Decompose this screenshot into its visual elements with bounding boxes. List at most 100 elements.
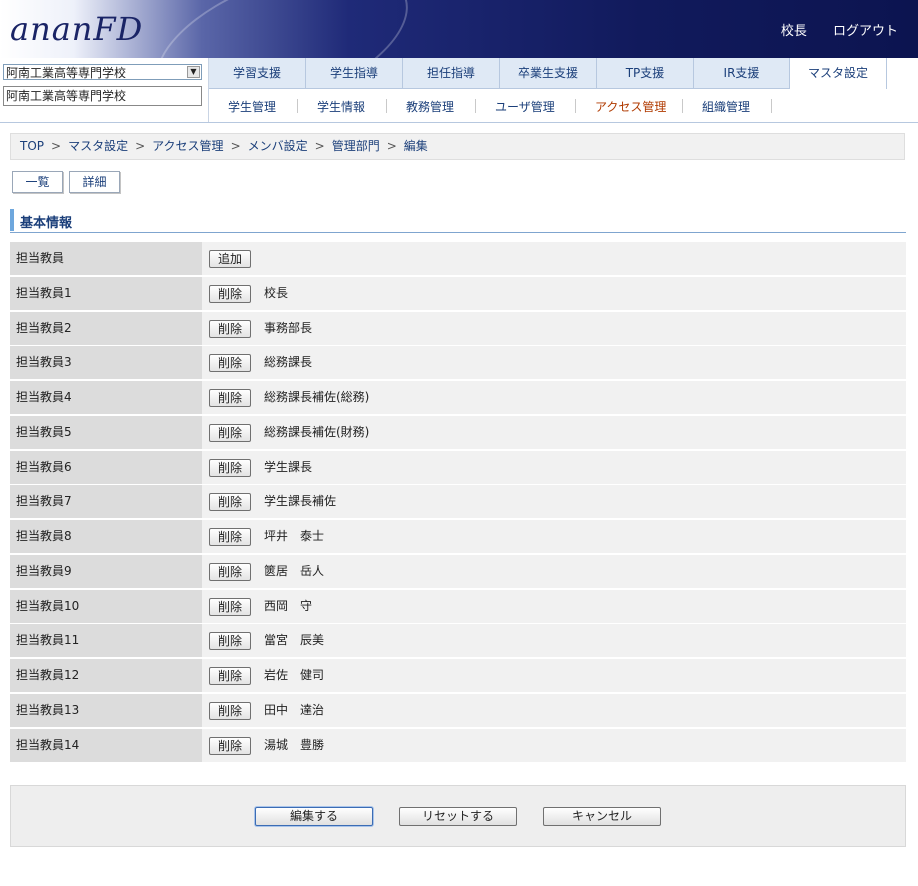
tab-ir-support[interactable]: IR支援 (694, 58, 790, 89)
school-panel: 阿南工業高等専門学校 ▼ 阿南工業高等専門学校 (0, 58, 209, 122)
row-label: 担当教員2 (10, 311, 202, 345)
member-name: 篋居 岳人 (264, 563, 325, 578)
subnav-student-info[interactable]: 学生情報 (317, 98, 365, 115)
row-label: 担当教員9 (10, 554, 202, 588)
edit-submit-button[interactable]: 編集する (255, 807, 373, 826)
subnav-separator (575, 99, 576, 113)
breadcrumb-admin-department[interactable]: 管理部門 (332, 139, 380, 153)
delete-button[interactable]: 削除 (209, 562, 252, 581)
row-label: 担当教員8 (10, 520, 202, 554)
delete-button[interactable]: 削除 (209, 284, 252, 303)
app-header: ananFD 校長 ログアウト (0, 0, 918, 58)
section-heading-text: 基本情報 (20, 216, 73, 231)
list-view-button[interactable]: 一覧 (12, 171, 63, 193)
row-label: 担当教員3 (10, 346, 202, 380)
table-row: 担当教員9 削除 篋居 岳人 (10, 554, 906, 588)
row-label: 担当教員12 (10, 659, 202, 693)
member-name: 岩佐 健司 (264, 668, 325, 683)
row-label: 担当教員 (10, 242, 202, 275)
row-label: 担当教員5 (10, 415, 202, 449)
table-row: 担当教員4 削除 総務課長補佐(総務) (10, 381, 906, 415)
delete-button[interactable]: 削除 (209, 319, 252, 338)
subnav-student-management[interactable]: 学生管理 (228, 98, 276, 115)
header-divider (0, 122, 918, 123)
subnav-access-management[interactable]: アクセス管理 (595, 98, 666, 115)
delete-button[interactable]: 削除 (209, 667, 252, 686)
member-name: 當宮 辰美 (264, 633, 325, 648)
cancel-button[interactable]: キャンセル (543, 807, 661, 826)
subnav-academic-management[interactable]: 教務管理 (406, 98, 454, 115)
table-row: 担当教員2 削除 事務部長 (10, 311, 906, 345)
delete-button[interactable]: 削除 (209, 597, 252, 616)
row-label: 担当教員7 (10, 485, 202, 519)
member-name: 事務部長 (264, 320, 313, 335)
subnav-user-management[interactable]: ユーザ管理 (495, 98, 555, 115)
tab-graduate-support[interactable]: 卒業生支援 (500, 58, 597, 89)
row-label: 担当教員6 (10, 450, 202, 484)
row-label: 担当教員13 (10, 693, 202, 727)
tab-learning-support[interactable]: 学習支援 (209, 58, 306, 89)
member-name: 西岡 守 (264, 598, 313, 613)
row-label: 担当教員10 (10, 589, 202, 623)
row-label: 担当教員4 (10, 381, 202, 415)
breadcrumb-separator: > (314, 139, 325, 153)
table-row: 担当教員14 削除 湯城 豊勝 (10, 728, 906, 762)
member-name: 総務課長補佐(財務) (264, 424, 370, 439)
school-select[interactable]: 阿南工業高等専門学校 ▼ (3, 64, 202, 80)
sub-navigation: 学生管理 学生情報 教務管理 ユーザ管理 アクセス管理 組織管理 (209, 89, 918, 123)
delete-button[interactable]: 削除 (209, 528, 252, 547)
table-row: 担当教員8 削除 坪井 泰士 (10, 520, 906, 554)
breadcrumb-separator: > (135, 139, 146, 153)
subnav-separator (771, 99, 772, 113)
header-decoration (136, 0, 428, 58)
delete-button[interactable]: 削除 (209, 632, 252, 651)
breadcrumb-separator: > (51, 139, 62, 153)
breadcrumb-member-settings[interactable]: メンバ設定 (248, 139, 308, 153)
delete-button[interactable]: 削除 (209, 389, 252, 408)
dropdown-arrow-icon[interactable]: ▼ (187, 66, 200, 78)
row-label: 担当教員14 (10, 728, 202, 762)
delete-button[interactable]: 削除 (209, 736, 252, 755)
delete-button[interactable]: 削除 (209, 458, 252, 477)
add-button[interactable]: 追加 (209, 250, 252, 268)
breadcrumb: TOP > マスタ設定 > アクセス管理 > メンバ設定 > 管理部門 > 編集 (10, 133, 905, 160)
tab-tp-support[interactable]: TP支援 (597, 58, 694, 89)
table-row: 担当教員10 削除 西岡 守 (10, 589, 906, 623)
reset-button[interactable]: リセットする (399, 807, 517, 826)
form-actions: 編集する リセットする キャンセル (10, 785, 906, 847)
subnav-separator (682, 99, 683, 113)
breadcrumb-master-settings[interactable]: マスタ設定 (68, 139, 128, 153)
member-name: 坪井 泰士 (264, 529, 325, 544)
delete-button[interactable]: 削除 (209, 493, 252, 512)
member-name: 校長 (264, 285, 289, 300)
logout-link[interactable]: ログアウト (833, 24, 898, 39)
tab-homeroom-guidance[interactable]: 担任指導 (403, 58, 500, 89)
delete-button[interactable]: 削除 (209, 354, 252, 373)
add-row: 担当教員 追加 (10, 242, 906, 275)
school-name-field: 阿南工業高等専門学校 (3, 86, 202, 106)
tab-master-settings[interactable]: マスタ設定 (790, 58, 887, 89)
member-name: 学生課長補佐 (264, 494, 337, 509)
breadcrumb-top[interactable]: TOP (20, 139, 44, 153)
breadcrumb-separator: > (386, 139, 397, 153)
delete-button[interactable]: 削除 (209, 423, 252, 442)
member-name: 田中 達治 (264, 702, 325, 717)
main-tabs: 学習支援 学生指導 担任指導 卒業生支援 TP支援 IR支援 マスタ設定 (209, 58, 918, 89)
table-row: 担当教員7 削除 学生課長補佐 (10, 485, 906, 519)
breadcrumb-separator: > (230, 139, 241, 153)
member-name: 総務課長 (264, 355, 313, 370)
member-name: 学生課長 (264, 459, 313, 474)
member-table: 担当教員 追加 担当教員1 削除 校長 担当教員2 削除 事務部長 担当教員3 … (10, 242, 906, 763)
row-label: 担当教員1 (10, 276, 202, 310)
member-name: 総務課長補佐(総務) (264, 390, 370, 405)
user-link[interactable]: 校長 (781, 24, 807, 39)
subnav-organization-management[interactable]: 組織管理 (702, 98, 750, 115)
breadcrumb-access-management[interactable]: アクセス管理 (152, 139, 223, 153)
delete-button[interactable]: 削除 (209, 701, 252, 720)
tab-student-guidance[interactable]: 学生指導 (306, 58, 403, 89)
table-row: 担当教員6 削除 学生課長 (10, 450, 906, 484)
app-logo: ananFD (10, 10, 144, 48)
table-row: 担当教員1 削除 校長 (10, 276, 906, 310)
detail-view-button[interactable]: 詳細 (69, 171, 120, 193)
table-row: 担当教員5 削除 総務課長補佐(財務) (10, 415, 906, 449)
